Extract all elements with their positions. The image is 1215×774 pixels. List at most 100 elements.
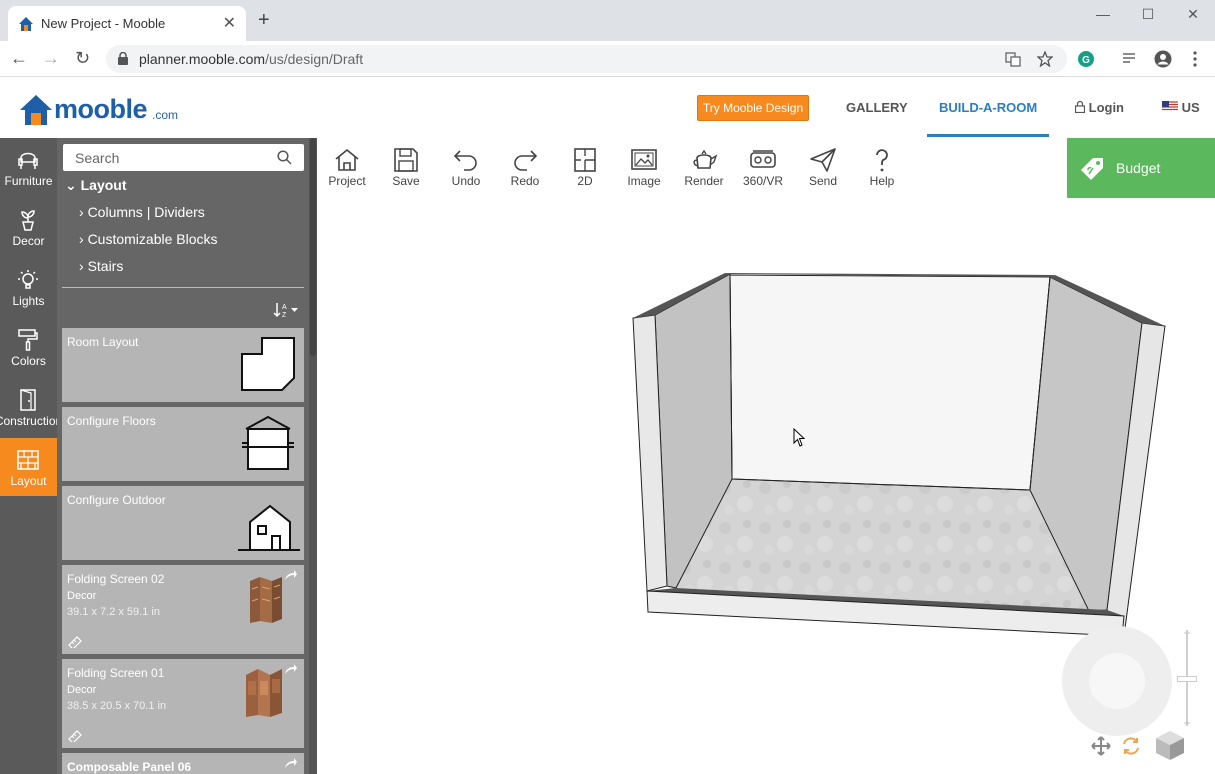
forward-button[interactable]: →	[42, 49, 60, 67]
card-title: Folding Screen 02	[67, 572, 165, 586]
budget-button[interactable]: Budget	[1067, 138, 1215, 198]
region-selector[interactable]: US	[1162, 100, 1200, 115]
bookmark-star-icon[interactable]	[1037, 51, 1053, 67]
region-label: US	[1181, 100, 1200, 115]
rail-item-furniture[interactable]: Furniture	[0, 138, 57, 196]
search-box	[63, 144, 304, 171]
orbit-navigation-wheel[interactable]	[1062, 626, 1172, 736]
project-button[interactable]: Project	[317, 138, 377, 198]
tree-item-label: Columns | Dividers	[87, 204, 205, 220]
new-tab-button[interactable]: +	[258, 10, 270, 30]
site-header: mooble .com Try Mooble Design GALLERY BU…	[0, 78, 1215, 138]
tab-close-icon[interactable]: ✕	[223, 13, 236, 33]
logo-suffix: .com	[152, 108, 179, 122]
tab-title: New Project - Mooble	[41, 16, 166, 31]
mooble-logo-icon[interactable]	[18, 92, 54, 128]
try-mooble-design-button[interactable]: Try Mooble Design	[697, 95, 809, 121]
close-window-button[interactable]: ✕	[1181, 6, 1205, 23]
search-icon[interactable]	[277, 150, 292, 165]
zoom-slider-handle[interactable]	[1177, 676, 1197, 682]
360-vr-button[interactable]: 360/VR	[733, 138, 793, 198]
card-title: Room Layout	[67, 335, 139, 349]
redo-button[interactable]: Redo	[495, 138, 555, 198]
image-icon	[631, 149, 657, 170]
login-link[interactable]: Login	[1074, 100, 1124, 115]
media-queue-icon[interactable]	[1121, 50, 1139, 68]
catalog-card-folding-screen-01[interactable]: Folding Screen 01 Decor 38.5 x 20.5 x 70…	[62, 659, 304, 748]
catalog-card-configure-floors[interactable]: Configure Floors	[62, 407, 304, 481]
tree-item-label: Customizable Blocks	[87, 231, 218, 247]
nav-gallery[interactable]: GALLERY	[846, 100, 908, 115]
minimize-button[interactable]: —	[1091, 6, 1115, 22]
pan-move-icon[interactable]	[1091, 736, 1111, 756]
panel-scroll-thumb[interactable]	[310, 138, 316, 356]
share-arrow-icon[interactable]	[284, 663, 298, 675]
maximize-button[interactable]: ☐	[1136, 6, 1160, 23]
tool-label: 2D	[577, 174, 593, 188]
reload-button[interactable]: ↻	[75, 49, 90, 67]
redo-icon	[514, 150, 538, 171]
floorplan-icon	[574, 148, 596, 172]
share-arrow-icon[interactable]	[284, 757, 298, 769]
catalog-card-folding-screen-02[interactable]: Folding Screen 02 Decor 39.1 x 7.2 x 59.…	[62, 565, 304, 654]
floppy-icon	[394, 148, 418, 172]
grammarly-icon[interactable]: G	[1077, 50, 1095, 68]
browser-menu-icon[interactable]	[1188, 50, 1202, 68]
account-icon[interactable]	[1154, 50, 1172, 68]
image-button[interactable]: Image	[614, 138, 674, 198]
catalog-panel: ⌄ Layout › Columns | Dividers › Customiz…	[57, 138, 317, 774]
view-cube-icon[interactable]	[1153, 728, 1187, 762]
browser-addressbar: ← → ↻ planner.mooble.com/us/design/Draft…	[0, 41, 1215, 77]
url-host: planner.mooble.com	[139, 51, 266, 67]
ruler-icon[interactable]	[68, 730, 82, 742]
tree-layout-header[interactable]: ⌄ Layout	[65, 177, 127, 194]
3d-viewport[interactable]: + −	[317, 198, 1215, 774]
rail-item-layout[interactable]: Layout	[0, 438, 57, 496]
tree-item-customizable-blocks[interactable]: › Customizable Blocks	[79, 231, 218, 247]
tool-label: 360/VR	[742, 174, 784, 188]
catalog-card-configure-outdoor[interactable]: Configure Outdoor	[62, 486, 304, 560]
logo-text[interactable]: mooble	[54, 94, 148, 125]
card-dimensions: 39.1 x 7.2 x 59.1 in	[67, 606, 160, 618]
sort-alpha-icon[interactable]: A Z	[273, 301, 301, 319]
browser-tab[interactable]: New Project - Mooble ✕	[8, 6, 246, 41]
rail-item-construction[interactable]: Construction	[0, 378, 62, 436]
mooble-favicon-icon	[19, 17, 33, 31]
undo-button[interactable]: Undo	[436, 138, 496, 198]
tree-item-stairs[interactable]: › Stairs	[79, 258, 123, 274]
card-category: Decor	[67, 684, 97, 696]
paint-roller-icon	[18, 329, 38, 351]
door-icon	[20, 389, 36, 411]
ruler-icon[interactable]	[68, 636, 82, 648]
orbit-wheel-center[interactable]	[1089, 653, 1145, 709]
nav-build-a-room[interactable]: BUILD-A-ROOM	[939, 100, 1037, 115]
rail-item-decor[interactable]: Decor	[0, 198, 57, 256]
rail-label: Construction	[0, 414, 63, 428]
send-button[interactable]: Send	[793, 138, 853, 198]
rail-label: Colors	[11, 354, 46, 368]
translate-icon[interactable]	[1005, 51, 1021, 67]
omnibox[interactable]: planner.mooble.com/us/design/Draft	[106, 45, 1067, 73]
rail-item-colors[interactable]: Colors	[0, 318, 57, 376]
folding-screen-thumbnail	[246, 669, 282, 717]
toolbar: Project Save Undo Redo 2D Image Render 3…	[317, 138, 1067, 198]
undo-icon	[453, 150, 477, 171]
2d-view-button[interactable]: 2D	[555, 138, 615, 198]
save-button[interactable]: Save	[376, 138, 436, 198]
render-button[interactable]: Render	[674, 138, 734, 198]
padlock-icon	[1074, 100, 1086, 114]
rail-item-lights[interactable]: Lights	[0, 258, 57, 316]
search-input[interactable]	[63, 144, 273, 171]
chevron-down-icon: ⌄	[65, 177, 77, 193]
chair-icon	[18, 152, 38, 169]
active-nav-underline	[927, 134, 1049, 137]
catalog-card-composable-panel-06[interactable]: Composable Panel 06	[62, 753, 304, 774]
help-button[interactable]: Help	[852, 138, 912, 198]
catalog-card-room-layout[interactable]: Room Layout	[62, 328, 304, 402]
rotate-icon[interactable]	[1121, 736, 1141, 756]
share-arrow-icon[interactable]	[284, 569, 298, 581]
paper-plane-icon	[810, 148, 836, 172]
rail-label: Layout	[10, 474, 47, 488]
tree-item-columns-dividers[interactable]: › Columns | Dividers	[79, 204, 205, 220]
back-button[interactable]: ←	[10, 49, 28, 67]
